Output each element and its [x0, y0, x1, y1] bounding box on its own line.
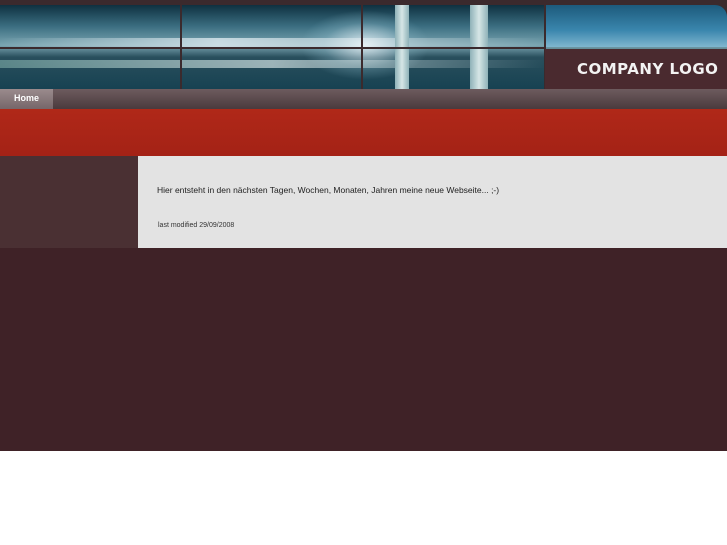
- last-modified: last modified 29/09/2008: [158, 222, 235, 229]
- banner-divider: [0, 47, 545, 49]
- red-band: [0, 109, 727, 156]
- banner-light-streak: [0, 60, 545, 68]
- content-box: Hier entsteht in den nächsten Tagen, Woc…: [138, 156, 727, 248]
- banner-sky-panel: [545, 5, 727, 47]
- site-container: COMPANY LOGO Home Hier entsteht in den n…: [0, 0, 727, 451]
- content-message: Hier entsteht in den nächsten Tagen, Woc…: [157, 185, 500, 195]
- main-navigation: Home: [0, 89, 727, 109]
- left-column: [0, 156, 138, 248]
- company-logo[interactable]: COMPANY LOGO: [577, 60, 718, 78]
- nav-item-home[interactable]: Home: [0, 89, 53, 109]
